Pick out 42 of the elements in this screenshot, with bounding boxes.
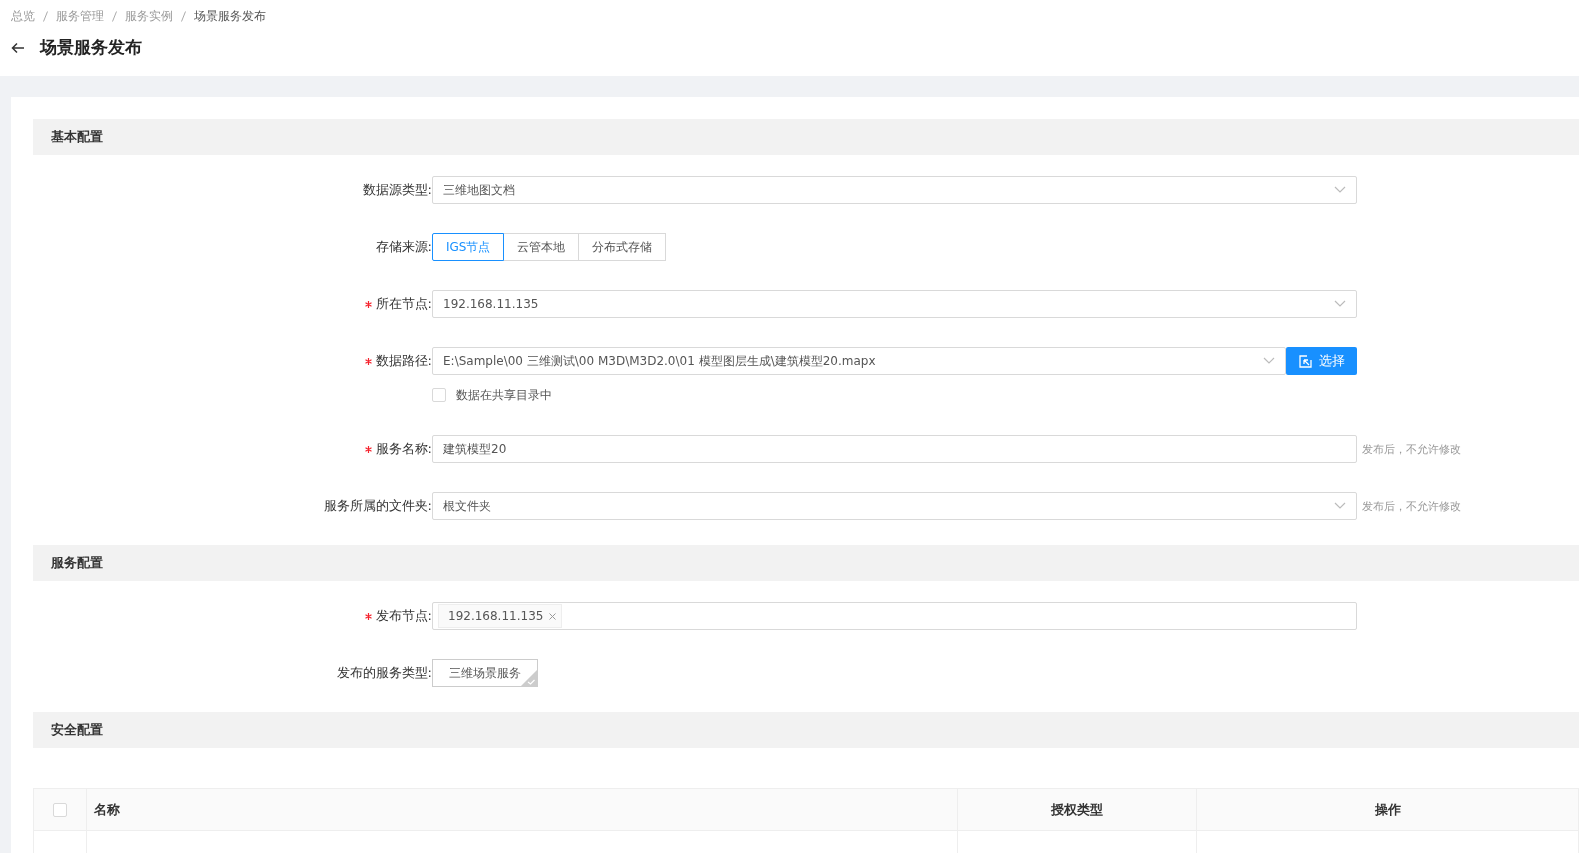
field-label: 发布的服务类型:: [336, 665, 432, 680]
field-label: 服务所属的文件夹:: [323, 498, 432, 513]
tag-input-field[interactable]: 192.168.11.135: [432, 602, 1357, 630]
column-header: 授权类型: [958, 789, 1197, 831]
column-header: 操作: [1197, 789, 1579, 831]
field-hint: 发布后，不允许修改: [1362, 441, 1461, 457]
select-field[interactable]: 192.168.11.135: [432, 290, 1357, 318]
page-title: 场景服务发布: [40, 36, 142, 59]
path-select-field[interactable]: E:\Sample\00 三维测试\00 M3D\M3D2.0\01 模型图层生成\建筑模型20.mapx: [432, 347, 1286, 375]
close-icon[interactable]: [549, 612, 557, 620]
field-label: 所在节点:: [375, 296, 432, 311]
field-hint: 发布后，不允许修改: [1362, 498, 1461, 514]
segment-option[interactable]: 分布式存储: [578, 233, 667, 261]
text-input[interactable]: 建筑模型20: [432, 435, 1357, 463]
section-header: 安全配置: [33, 712, 1579, 748]
service-type-tile[interactable]: 三维场景服务: [432, 659, 538, 687]
chevron-down-icon: [1334, 502, 1346, 510]
select-field[interactable]: 根文件夹: [432, 492, 1357, 520]
select-cursor-icon: [1298, 354, 1312, 368]
back-button[interactable]: [11, 41, 25, 54]
breadcrumb-slash-icon: [181, 10, 186, 22]
column-header: 名称: [87, 789, 958, 831]
back-arrow-icon: [11, 41, 25, 54]
field-label: 存储来源:: [375, 239, 432, 254]
chevron-down-icon: [1263, 357, 1275, 365]
chevron-down-icon: [1334, 186, 1346, 194]
checkbox[interactable]: [432, 388, 446, 402]
chevron-down-icon: [1334, 300, 1346, 308]
field-label: 数据源类型:: [362, 182, 432, 197]
field-label: 发布节点:: [375, 608, 432, 623]
select-field[interactable]: 三维地图文档: [432, 176, 1357, 204]
section-header: 服务配置: [33, 545, 1579, 581]
select-all-checkbox[interactable]: [53, 802, 67, 817]
breadcrumb-slash-icon: [43, 10, 48, 22]
breadcrumb-slash-icon: [112, 10, 117, 22]
field-label: 服务名称:: [375, 441, 432, 456]
segment-option[interactable]: 云管本地: [503, 233, 580, 261]
section-header: 基本配置: [33, 119, 1579, 155]
checkbox-label: 数据在共享目录中: [456, 386, 552, 404]
check-icon: [521, 670, 537, 686]
field-label: 数据路径:: [375, 353, 432, 368]
tag-label: 192.168.11.135: [448, 609, 544, 623]
